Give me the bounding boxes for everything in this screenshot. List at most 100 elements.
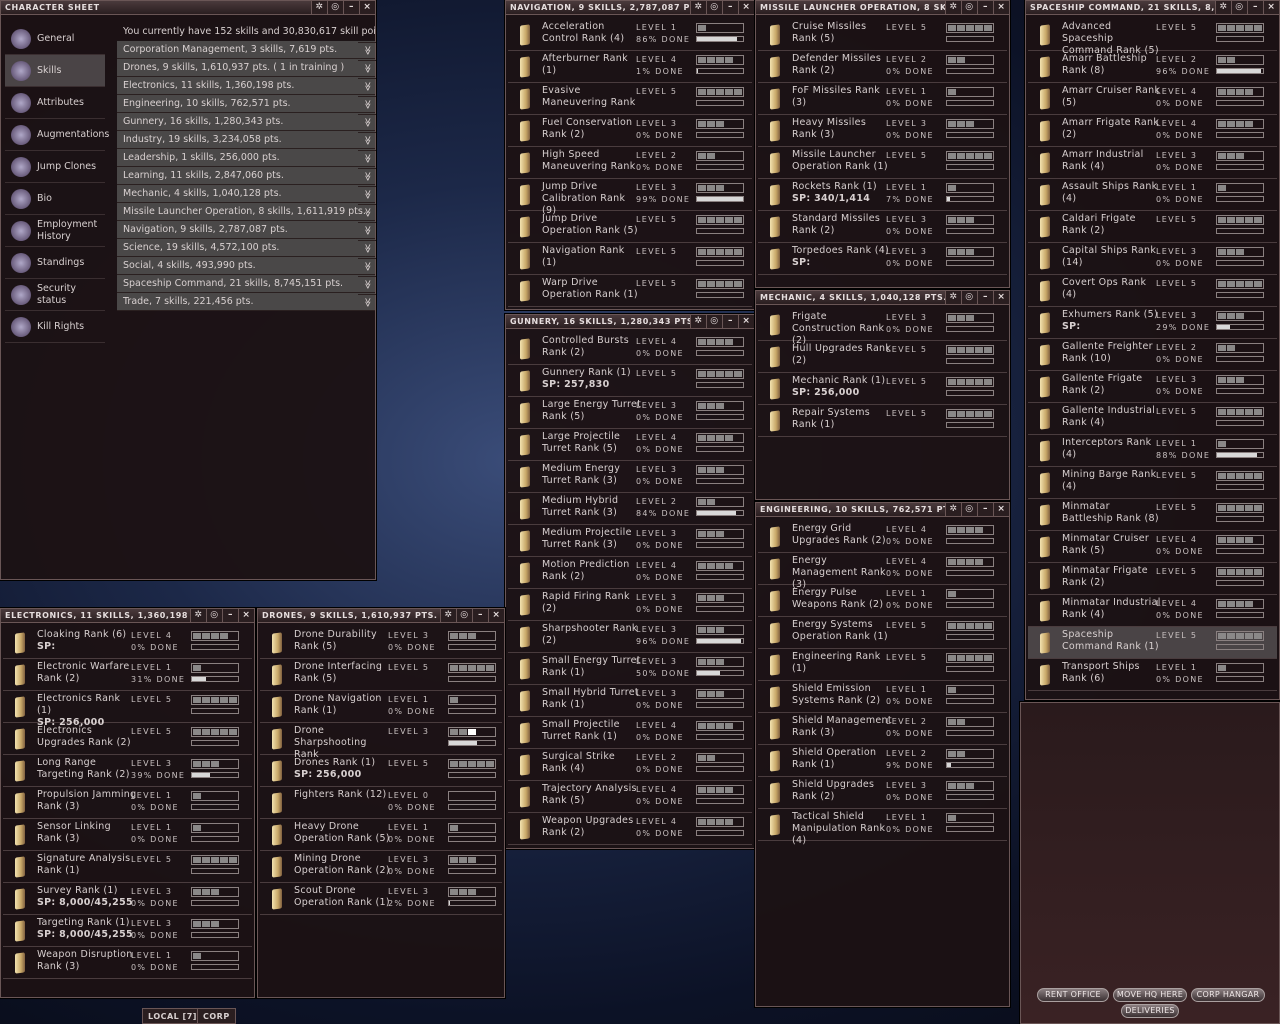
skill-row[interactable]: Large Projectile Turret Rank (5) LEVEL 4 0… <box>508 429 752 461</box>
skill-row[interactable]: Interceptors Rank (4) LEVEL 1 88% DONE <box>1028 435 1277 467</box>
skill-row[interactable]: Electronics Upgrades Rank (2) LEVEL 5 <box>3 723 252 755</box>
skill-row[interactable]: Evasive Maneuvering Rank LEVEL 5 <box>508 83 752 115</box>
skill-row[interactable]: Small Hybrid Turret Rank (1) LEVEL 3 0% DO… <box>508 685 752 717</box>
skill-group-row[interactable]: Learning, 11 skills, 2,847,060 pts. ≫ <box>117 167 376 185</box>
skill-row[interactable]: High Speed Maneuvering Rank LEVEL 2 0% DON… <box>508 147 752 179</box>
expand-chevron-icon[interactable]: ≫ <box>358 222 376 238</box>
minimize-button[interactable]: – <box>977 1 993 14</box>
skill-row[interactable]: Minmatar Frigate Rank (2) LEVEL 5 <box>1028 563 1277 595</box>
close-button[interactable]: × <box>993 291 1009 304</box>
pin-icon[interactable]: ✲ <box>190 609 206 622</box>
pin-icon[interactable]: ✲ <box>311 1 327 14</box>
skill-group-row[interactable]: Science, 19 skills, 4,572,100 pts. ≫ <box>117 239 376 257</box>
close-button[interactable]: × <box>738 315 754 328</box>
skill-row[interactable]: Amarr Battleship Rank (8) LEVEL 2 96% DONE <box>1028 51 1277 83</box>
expand-chevron-icon[interactable]: ≫ <box>358 258 376 274</box>
skill-row[interactable]: Gunnery Rank (1) SP: 257,830 LEVEL 5 <box>508 365 752 397</box>
skill-row[interactable]: Missile Launcher Operation Rank (1) LEVEL… <box>758 147 1007 179</box>
skill-row[interactable]: Large Energy Turret Rank (5) LEVEL 3 0% DO… <box>508 397 752 429</box>
close-button[interactable]: × <box>993 1 1009 14</box>
nav-item-standings[interactable]: Standings <box>5 247 105 279</box>
pin-icon[interactable]: ✲ <box>945 1 961 14</box>
minimize-button[interactable]: – <box>1247 1 1263 14</box>
skill-group-row[interactable]: Trade, 7 skills, 221,456 pts. ≫ <box>117 293 376 311</box>
minimize-button[interactable]: – <box>343 1 359 14</box>
nav-item-employment-history[interactable]: Employment History <box>5 215 105 247</box>
skill-row[interactable]: Amarr Industrial Rank (4) LEVEL 3 0% DONE <box>1028 147 1277 179</box>
rent-office-button[interactable]: RENT OFFICE <box>1037 988 1109 1002</box>
skill-row[interactable]: Electronic Warfare Rank (2) LEVEL 1 31% DO… <box>3 659 252 691</box>
skill-row[interactable]: Gallente Freighter Rank (10) LEVEL 2 0% DO… <box>1028 339 1277 371</box>
skill-row[interactable]: Frigate Construction Rank (2) LEVEL 3 0% D… <box>758 309 1007 346</box>
skill-row[interactable]: Surgical Strike Rank (4) LEVEL 2 0% DONE <box>508 749 752 781</box>
corp-hangar-button[interactable]: CORP HANGAR <box>1191 988 1265 1002</box>
expand-chevron-icon[interactable]: ≫ <box>358 186 376 202</box>
skill-row[interactable]: Jump Drive Operation Rank (5) LEVEL 5 <box>508 211 752 243</box>
skill-row[interactable]: Standard Missiles Rank (2) LEVEL 3 0% DONE <box>758 211 1007 243</box>
skill-group-row[interactable]: Gunnery, 16 skills, 1,280,343 pts. ≫ <box>117 113 376 131</box>
close-button[interactable]: × <box>359 1 375 14</box>
options-icon[interactable]: ◎ <box>327 1 343 14</box>
deliveries-button[interactable]: DELIVERIES <box>1121 1004 1179 1018</box>
skill-row[interactable]: Survey Rank (1) SP: 8,000/45,255 LEVEL 3 0%… <box>3 883 252 915</box>
skill-row[interactable]: Fuel Conservation Rank (2) LEVEL 3 0% DONE <box>508 115 752 147</box>
expand-chevron-icon[interactable]: ≫ <box>358 60 376 76</box>
skill-row[interactable]: Weapon Disruption Rank (3) LEVEL 1 0% DONE <box>3 947 252 979</box>
skill-row[interactable]: Drone Sharpshooting Rank LEVEL 3 <box>260 723 502 760</box>
nav-item-general[interactable]: General <box>5 23 105 55</box>
skill-row[interactable]: Medium Hybrid Turret Rank (3) LEVEL 2 84% … <box>508 493 752 525</box>
skill-row[interactable]: Shield Upgrades Rank (2) LEVEL 3 0% DONE <box>758 777 1007 809</box>
minimize-button[interactable]: – <box>472 609 488 622</box>
skill-row[interactable]: Signature Analysis Rank (1) LEVEL 5 <box>3 851 252 883</box>
options-icon[interactable]: ◎ <box>961 1 977 14</box>
nav-item-security-status[interactable]: Security status <box>5 279 105 311</box>
expand-chevron-icon[interactable]: ≫ <box>358 42 376 58</box>
skill-row[interactable]: Electronics Rank (1) SP: 256,000 LEVEL 5 <box>3 691 252 728</box>
skill-row[interactable]: Drone Interfacing Rank (5) LEVEL 5 <box>260 659 502 691</box>
skill-row[interactable]: Amarr Cruiser Rank (5) LEVEL 4 0% DONE <box>1028 83 1277 115</box>
minimize-button[interactable]: – <box>977 291 993 304</box>
skill-row[interactable]: Minmatar Industrial Rank (4) LEVEL 4 0% DO… <box>1028 595 1277 627</box>
skill-row[interactable]: Advanced Spaceship Command Rank (5) LEVEL… <box>1028 19 1277 56</box>
skill-group-row[interactable]: Spaceship Command, 21 skills, 8,745,151 … <box>117 275 376 293</box>
skill-group-row[interactable]: Industry, 19 skills, 3,234,058 pts. ≫ <box>117 131 376 149</box>
pin-icon[interactable]: ✲ <box>945 291 961 304</box>
skill-row[interactable]: Sharpshooter Rank (2) LEVEL 3 96% DONE <box>508 621 752 653</box>
skill-row[interactable]: Warp Drive Operation Rank (1) LEVEL 5 <box>508 275 752 307</box>
skill-row[interactable]: Mechanic Rank (1) SP: 256,000 LEVEL 5 <box>758 373 1007 405</box>
skill-group-row[interactable]: Electronics, 11 skills, 1,360,198 pts. ≫ <box>117 77 376 95</box>
expand-chevron-icon[interactable]: ≫ <box>358 114 376 130</box>
window-title-bar[interactable]: SPACESHIP COMMAND, 21 SKILLS, 8,745,151 … <box>1026 1 1279 15</box>
expand-chevron-icon[interactable]: ≫ <box>358 276 376 292</box>
skill-row[interactable]: Spaceship Command Rank (1) LEVEL 5 <box>1028 627 1277 659</box>
expand-chevron-icon[interactable]: ≫ <box>358 294 376 310</box>
skill-row[interactable]: Controlled Bursts Rank (2) LEVEL 4 0% DONE <box>508 333 752 365</box>
skill-row[interactable]: Gallente Industrial Rank (4) LEVEL 5 <box>1028 403 1277 435</box>
skill-row[interactable]: Sensor Linking Rank (3) LEVEL 1 0% DONE <box>3 819 252 851</box>
expand-chevron-icon[interactable]: ≫ <box>358 78 376 94</box>
close-button[interactable]: × <box>738 1 754 14</box>
skill-row[interactable]: Trajectory Analysis Rank (5) LEVEL 4 0% DO… <box>508 781 752 813</box>
skill-row[interactable]: Rapid Firing Rank (2) LEVEL 3 0% DONE <box>508 589 752 621</box>
skill-row[interactable]: Targeting Rank (1) SP: 8,000/45,255 LEVEL … <box>3 915 252 947</box>
move-hq-here-button[interactable]: MOVE HQ HERE <box>1113 988 1187 1002</box>
skill-row[interactable]: Drones Rank (1) SP: 256,000 LEVEL 5 <box>260 755 502 787</box>
skill-row[interactable]: Assault Ships Rank (4) LEVEL 1 0% DONE <box>1028 179 1277 211</box>
options-icon[interactable]: ◎ <box>206 609 222 622</box>
expand-chevron-icon[interactable]: ≫ <box>358 96 376 112</box>
skill-row[interactable]: Amarr Frigate Rank (2) LEVEL 4 0% DONE <box>1028 115 1277 147</box>
chat-tab-corp[interactable]: CORP <box>197 1008 236 1024</box>
skill-row[interactable]: Small Energy Turret Rank (1) LEVEL 3 50% D… <box>508 653 752 685</box>
expand-chevron-icon[interactable]: ≫ <box>358 150 376 166</box>
nav-item-attributes[interactable]: Attributes <box>5 87 105 119</box>
nav-item-jump-clones[interactable]: Jump Clones <box>5 151 105 183</box>
skill-row[interactable]: Drone Navigation Rank (1) LEVEL 1 0% DONE <box>260 691 502 723</box>
skill-row[interactable]: Exhumers Rank (5) SP: LEVEL 3 29% DONE <box>1028 307 1277 339</box>
skill-row[interactable]: Shield Emission Systems Rank (2) LEVEL 1 0… <box>758 681 1007 713</box>
options-icon[interactable]: ◎ <box>961 503 977 516</box>
skill-row[interactable]: Covert Ops Rank (4) LEVEL 5 <box>1028 275 1277 307</box>
skill-group-row[interactable]: Navigation, 9 skills, 2,787,087 pts. ≫ <box>117 221 376 239</box>
pin-icon[interactable]: ✲ <box>440 609 456 622</box>
skill-row[interactable]: Energy Systems Operation Rank (1) LEVEL 5 <box>758 617 1007 649</box>
skill-row[interactable]: Shield Operation Rank (1) LEVEL 2 9% DONE <box>758 745 1007 777</box>
